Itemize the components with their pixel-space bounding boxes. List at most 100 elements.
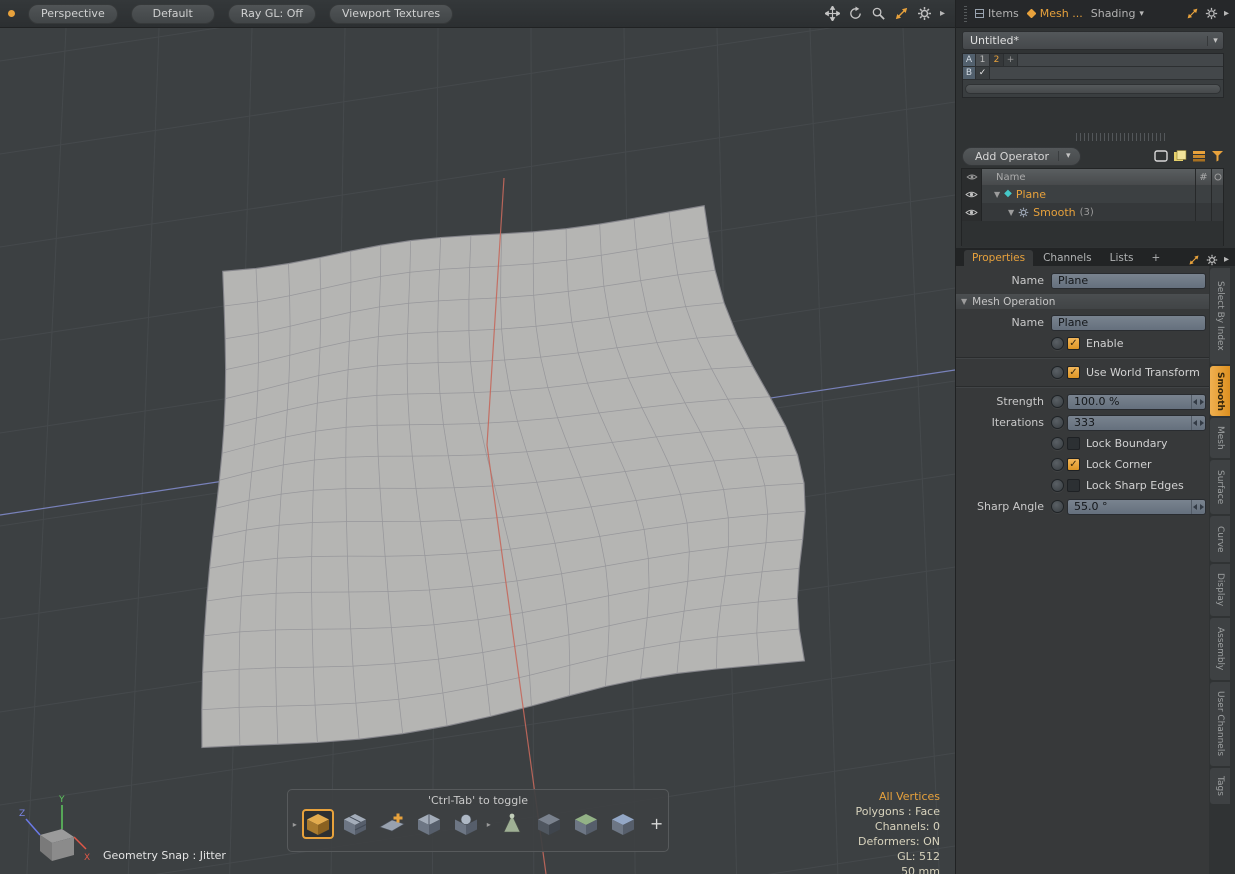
sharp-angle-field[interactable]: 55.0 ° xyxy=(1067,499,1206,515)
props-more-chevron-icon[interactable]: ▸ xyxy=(1224,255,1229,265)
tab-lists[interactable]: Lists xyxy=(1102,250,1142,266)
expand-triangle-icon[interactable]: ▼ xyxy=(994,190,1000,199)
lock-corner-channel-toggle[interactable] xyxy=(1051,458,1064,471)
zoom-icon[interactable] xyxy=(871,6,886,21)
right-panel: Items Mesh ... Shading ▾ ▸ xyxy=(955,0,1235,874)
lock-corner-checkbox[interactable]: ✓ xyxy=(1067,458,1080,471)
cube-array-tool-icon[interactable] xyxy=(339,809,371,839)
sharp-angle-channel-toggle[interactable] xyxy=(1051,500,1064,513)
solo-view-icon[interactable] xyxy=(1154,150,1168,162)
tree-name-header[interactable]: Name xyxy=(982,172,1195,183)
lock-sharp-edges-checkbox[interactable] xyxy=(1067,479,1080,492)
items-tab-icon xyxy=(975,9,984,18)
iterations-label: Iterations xyxy=(956,416,1051,429)
panel-resize-grip[interactable] xyxy=(1076,133,1168,141)
cube-grid-tool-icon[interactable] xyxy=(413,809,445,839)
side-tab-assembly[interactable]: Assembly xyxy=(1210,618,1230,680)
enable-channel-toggle[interactable] xyxy=(1051,337,1064,350)
tab-channels[interactable]: Channels xyxy=(1035,250,1100,266)
cone-tool-icon[interactable] xyxy=(496,809,528,839)
world-transform-channel-toggle[interactable] xyxy=(1051,366,1064,379)
add-tool-button[interactable]: + xyxy=(650,816,663,832)
mesh-ops-tree: Name # ▼ ◆ Plane xyxy=(961,168,1224,246)
viewport-textures-button[interactable]: Viewport Textures xyxy=(329,4,453,24)
panel-grip[interactable] xyxy=(964,6,967,22)
side-tab-tags[interactable]: Tags xyxy=(1210,768,1230,804)
box-tool-icon[interactable] xyxy=(533,809,565,839)
maximize-props-icon[interactable] xyxy=(1188,254,1200,266)
strength-channel-toggle[interactable] xyxy=(1051,395,1064,408)
cube-green-tool-icon[interactable] xyxy=(570,809,602,839)
pan-icon[interactable] xyxy=(825,6,840,21)
cube-tool-icon[interactable] xyxy=(302,809,334,839)
side-tab-mesh[interactable]: Mesh xyxy=(1210,418,1230,458)
lock-sharp-edges-channel-toggle[interactable] xyxy=(1051,479,1064,492)
op-name-field[interactable]: Plane xyxy=(1051,315,1206,331)
ab-slot-2[interactable]: 2 xyxy=(990,54,1004,67)
props-settings-gear-icon[interactable] xyxy=(1206,254,1218,266)
cube-blue-tool-icon[interactable] xyxy=(607,809,639,839)
item-name-field[interactable]: Plane xyxy=(1051,273,1206,289)
tab-items[interactable]: Items xyxy=(975,7,1019,20)
side-tab-smooth[interactable]: Smooth xyxy=(1210,366,1230,416)
check-icon: ✓ xyxy=(1069,459,1077,470)
scene-name: Untitled* xyxy=(970,34,1019,47)
use-world-transform-checkbox[interactable]: ✓ xyxy=(1067,366,1080,379)
side-tab-select-by-index[interactable]: Select By Index xyxy=(1210,268,1230,364)
status-line: Polygons : Face xyxy=(760,804,940,819)
item-name-label: Name xyxy=(956,274,1051,287)
side-tab-user-channels[interactable]: User Channels xyxy=(1210,682,1230,766)
plane-tool-icon[interactable] xyxy=(376,809,408,839)
ray-gl-button[interactable]: Ray GL: Off xyxy=(228,4,316,24)
visibility-eye-icon[interactable] xyxy=(962,185,982,203)
iterations-field[interactable]: 333 xyxy=(1067,415,1206,431)
tab-mesh-ops[interactable]: Mesh ... xyxy=(1027,7,1083,20)
strength-field[interactable]: 100.0 % xyxy=(1067,394,1206,410)
viewport-more-chevron-icon[interactable]: ▸ xyxy=(940,9,945,19)
maximize-viewport-icon[interactable] xyxy=(894,6,909,21)
tree-item-label[interactable]: Plane xyxy=(1016,188,1046,201)
tree-row-smooth[interactable]: ▼ Smooth (3) xyxy=(962,203,1223,221)
render-pass-ab-widget: A 1 2 + B ✓ xyxy=(962,53,1224,98)
shading-style-button[interactable]: Default xyxy=(131,4,215,24)
lock-boundary-channel-toggle[interactable] xyxy=(1051,437,1064,450)
tab-add[interactable]: + xyxy=(1143,250,1168,266)
side-tab-curve[interactable]: Curve xyxy=(1210,516,1230,562)
rotate-view-icon[interactable] xyxy=(848,6,863,21)
viewport-settings-gear-icon[interactable] xyxy=(917,6,932,21)
sharp-angle-spinner[interactable] xyxy=(1191,500,1205,514)
cards-view-icon[interactable] xyxy=(1173,150,1187,162)
ab-scrollbar[interactable] xyxy=(965,84,1221,94)
3d-viewport[interactable]: Perspective Default Ray GL: Off Viewport… xyxy=(0,0,955,874)
mesh-item-icon: ◆ xyxy=(1004,189,1012,199)
ab-add-slot-button[interactable]: + xyxy=(1004,54,1018,67)
expand-triangle-icon[interactable]: ▼ xyxy=(1008,208,1014,217)
filter-icon[interactable] xyxy=(1211,150,1224,162)
tree-row-plane[interactable]: ▼ ◆ Plane xyxy=(962,185,1223,203)
enable-checkbox[interactable]: ✓ xyxy=(1067,337,1080,350)
tree-item-label[interactable]: Smooth xyxy=(1033,206,1075,219)
tree-hash-header[interactable]: # xyxy=(1195,169,1211,185)
side-tab-display[interactable]: Display xyxy=(1210,564,1230,616)
panel-more-chevron-icon[interactable]: ▸ xyxy=(1224,9,1229,19)
lock-boundary-checkbox[interactable] xyxy=(1067,437,1080,450)
ab-slot-1[interactable]: 1 xyxy=(976,54,990,67)
scene-selector-dropdown[interactable]: Untitled* ▾ xyxy=(962,31,1224,50)
layers-view-icon[interactable] xyxy=(1192,150,1206,162)
mesh-operation-section-header[interactable]: ▼ Mesh Operation xyxy=(956,294,1209,309)
viewport-canvas[interactable] xyxy=(0,28,955,874)
visibility-eye-icon[interactable] xyxy=(962,203,982,221)
view-type-button[interactable]: Perspective xyxy=(28,4,118,24)
strength-spinner[interactable] xyxy=(1191,395,1205,409)
tree-options-header[interactable] xyxy=(1211,169,1223,185)
ab-enable-checkbox[interactable]: ✓ xyxy=(976,67,990,80)
maximize-panel-icon[interactable] xyxy=(1186,7,1199,20)
panel-settings-gear-icon[interactable] xyxy=(1205,7,1218,20)
add-operator-button[interactable]: Add Operator ▾ xyxy=(962,147,1081,166)
iterations-spinner[interactable] xyxy=(1191,416,1205,430)
side-tab-surface[interactable]: Surface xyxy=(1210,460,1230,514)
sphere-cube-tool-icon[interactable] xyxy=(450,809,482,839)
iterations-channel-toggle[interactable] xyxy=(1051,416,1064,429)
tab-properties[interactable]: Properties xyxy=(964,250,1033,266)
tab-shading[interactable]: Shading ▾ xyxy=(1091,7,1144,20)
